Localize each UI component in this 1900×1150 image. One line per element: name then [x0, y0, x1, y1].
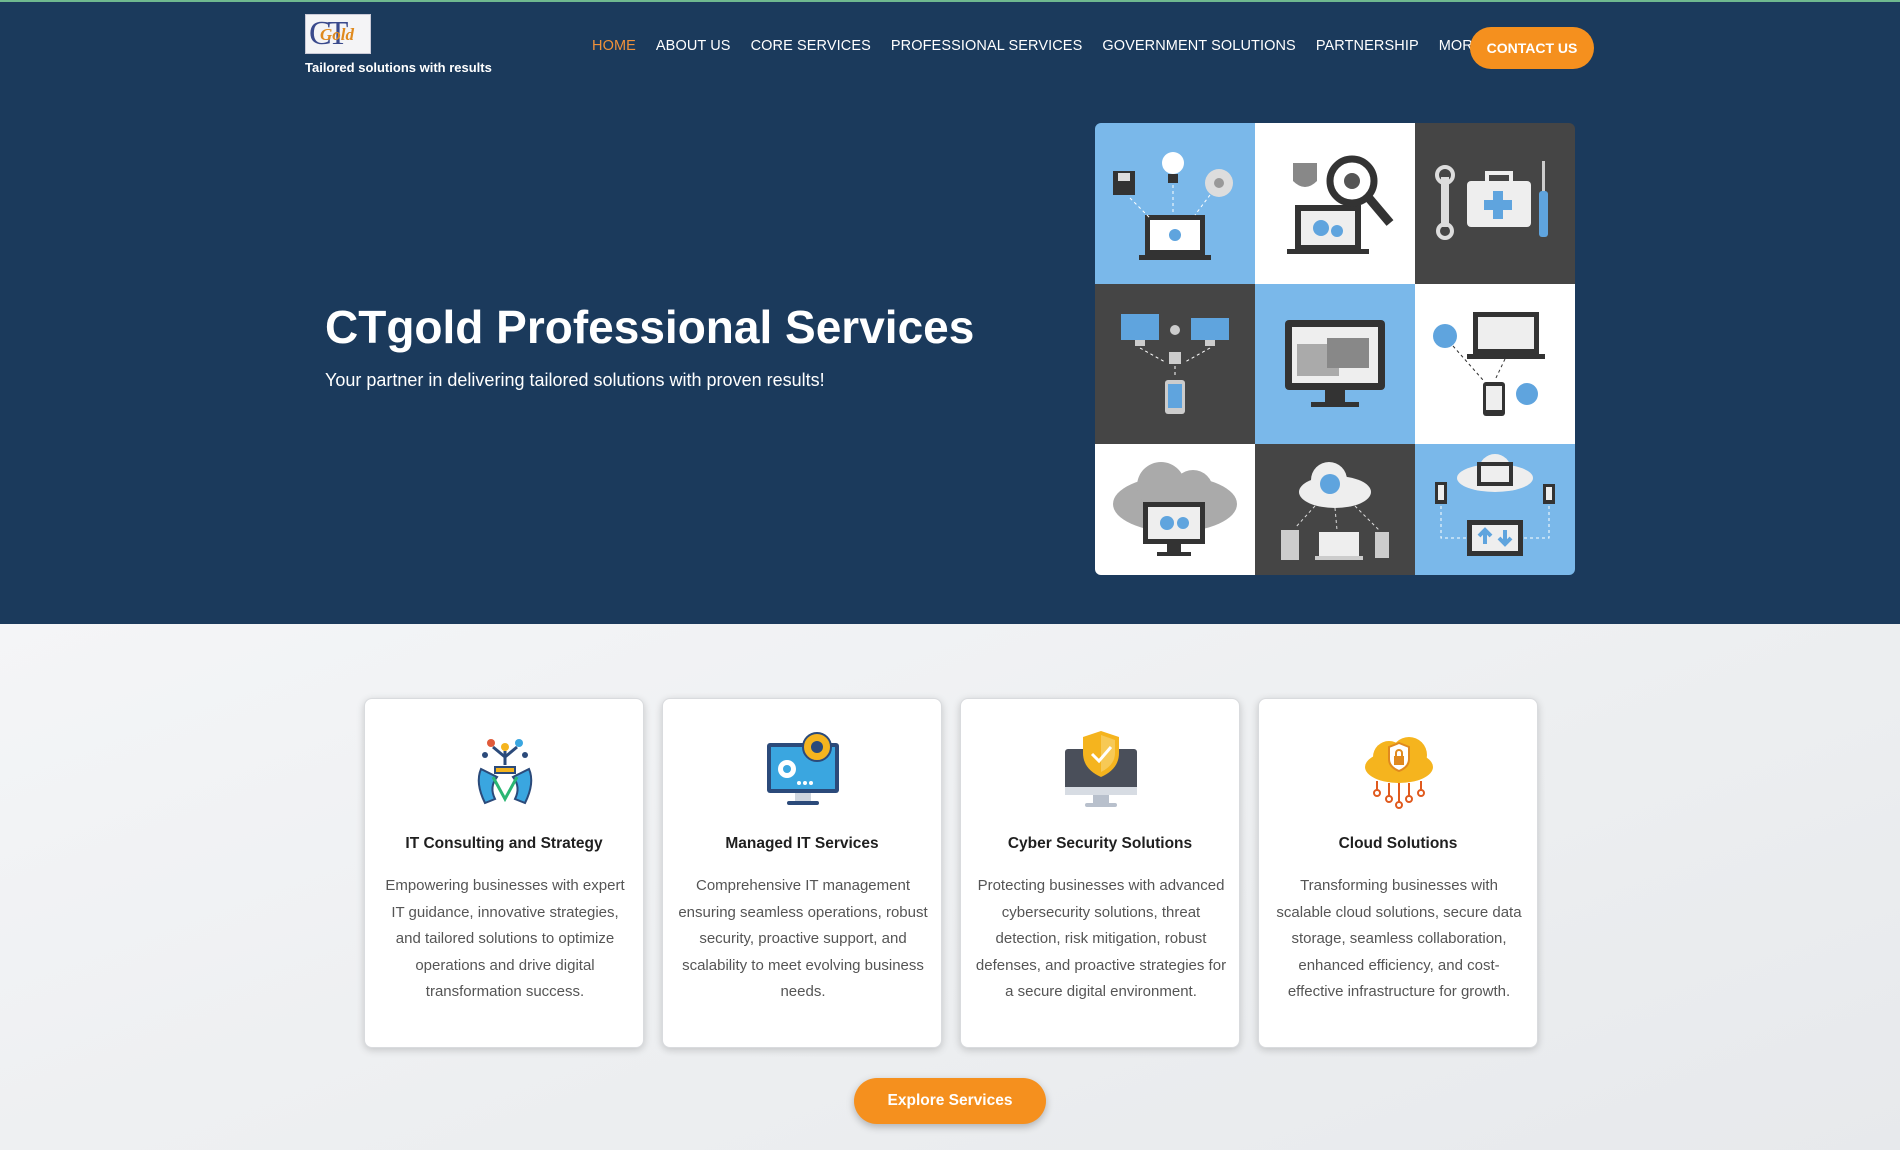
- tile-sync-devices: [1415, 444, 1575, 575]
- hero-illustration: [1095, 123, 1575, 575]
- cloud-lock-icon: [1365, 737, 1433, 809]
- logo-image: CT Gold: [305, 14, 371, 54]
- card-description: Comprehensive IT management ensuring sea…: [678, 877, 928, 1000]
- tile-chat-devices: [1415, 284, 1575, 444]
- service-card-cloud[interactable]: Cloud Solutions Transforming businesses …: [1258, 698, 1538, 1048]
- chat-devices-icon: [1433, 312, 1545, 416]
- sync-devices-icon: [1435, 454, 1555, 556]
- services-section: IT Consulting and Strategy Empowering bu…: [0, 624, 1900, 1150]
- cloud-monitor-icon: [1113, 462, 1237, 556]
- tile-network: [1095, 284, 1255, 444]
- contact-us-button[interactable]: CONTACT US: [1470, 27, 1594, 69]
- logo[interactable]: CT Gold Tailored solutions with results: [305, 14, 492, 75]
- network-devices-icon: [1121, 314, 1229, 414]
- shield-monitor-icon: [1065, 731, 1137, 807]
- hero-section: CT Gold Tailored solutions with results …: [0, 0, 1900, 624]
- cloud-music-icon: [1281, 462, 1389, 560]
- hero-title: CTgold Professional Services: [325, 301, 975, 353]
- service-card-cyber-security[interactable]: Cyber Security Solutions Protecting busi…: [960, 698, 1240, 1048]
- toolkit-icon: [1435, 161, 1548, 240]
- card-title: Managed IT Services: [725, 835, 879, 852]
- main-nav: HOME ABOUT US CORE SERVICES PROFESSIONAL…: [592, 38, 1521, 54]
- hero-subtitle: Your partner in delivering tailored solu…: [325, 370, 825, 390]
- tile-cloud-music: [1255, 444, 1415, 575]
- card-description: Empowering businesses with expert IT gui…: [385, 877, 625, 1000]
- tile-search-laptop: [1255, 123, 1415, 284]
- nav-about-us[interactable]: ABOUT US: [656, 38, 731, 54]
- tile-cloud-monitor: [1095, 444, 1255, 575]
- card-title: IT Consulting and Strategy: [405, 835, 603, 852]
- search-laptop-icon: [1287, 155, 1394, 254]
- card-title: Cloud Solutions: [1338, 835, 1458, 852]
- strategy-hands-icon: [477, 739, 533, 805]
- logo-gold-text: Gold: [320, 25, 354, 44]
- service-card-it-consulting[interactable]: IT Consulting and Strategy Empowering bu…: [364, 698, 644, 1048]
- laptop-ideas-icon: [1113, 152, 1233, 260]
- nav-partnership[interactable]: PARTNERSHIP: [1316, 38, 1419, 54]
- card-title: Cyber Security Solutions: [1007, 835, 1193, 852]
- nav-core-services[interactable]: CORE SERVICES: [751, 38, 871, 54]
- card-description: Transforming businesses with scalable cl…: [1276, 877, 1522, 1000]
- monitor-folders-icon: [1285, 320, 1385, 407]
- monitor-gears-icon: [767, 732, 839, 805]
- card-description: Protecting businesses with advanced cybe…: [975, 877, 1227, 1000]
- nav-government-solutions[interactable]: GOVERNMENT SOLUTIONS: [1102, 38, 1295, 54]
- nav-home[interactable]: HOME: [592, 38, 636, 54]
- tile-monitor-folders: [1255, 284, 1415, 444]
- nav-professional-services[interactable]: PROFESSIONAL SERVICES: [891, 38, 1082, 54]
- tile-toolkit: [1415, 123, 1575, 284]
- logo-tagline: Tailored solutions with results: [305, 60, 492, 75]
- service-card-managed-it[interactable]: Managed IT Services Comprehensive IT man…: [662, 698, 942, 1048]
- tile-laptop-ideas: [1095, 123, 1255, 284]
- explore-services-button[interactable]: Explore Services: [854, 1078, 1046, 1124]
